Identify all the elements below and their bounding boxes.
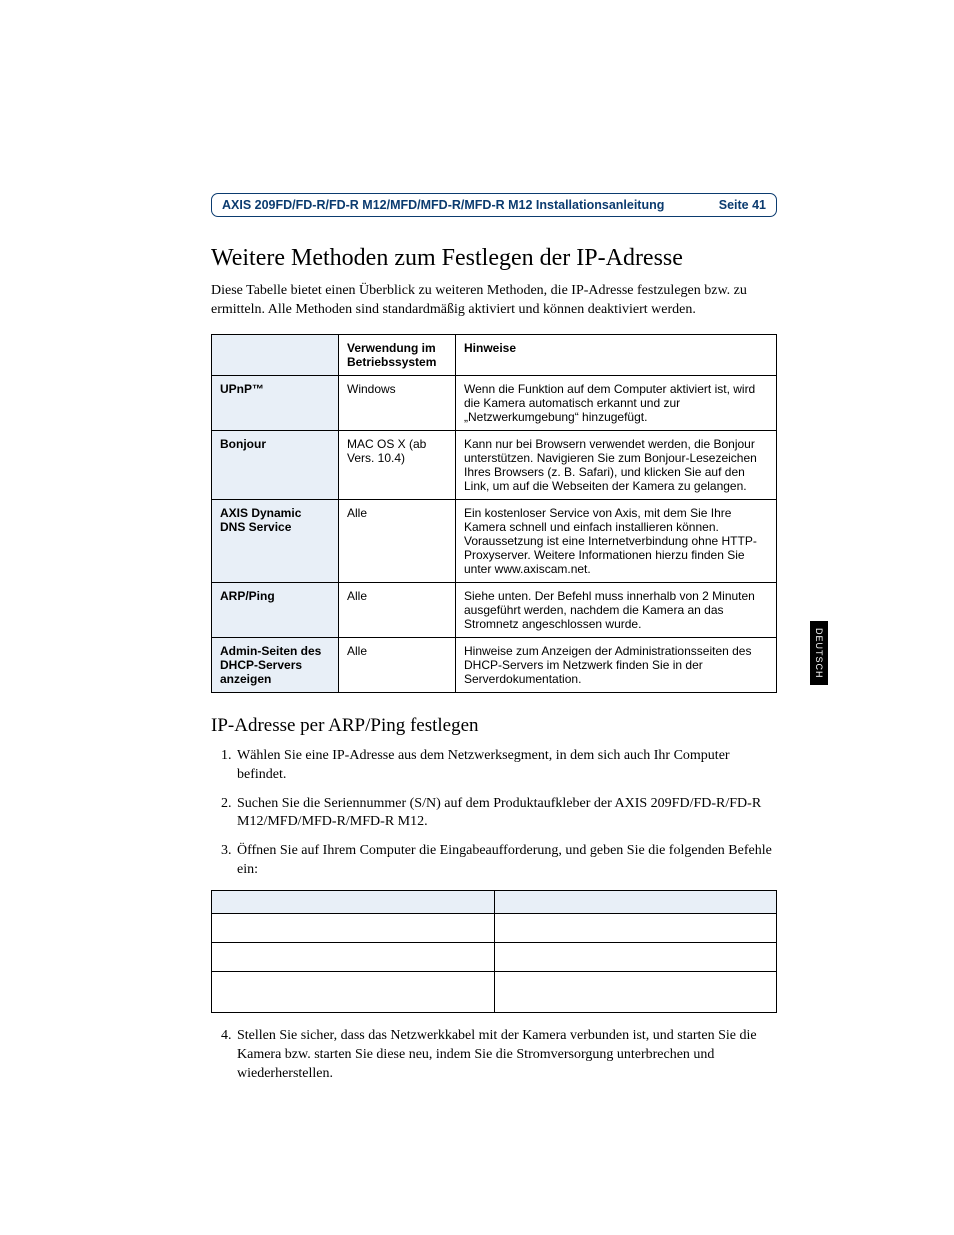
language-tab-label: DEUTSCH <box>814 628 824 679</box>
page-content: AXIS 209FD/FD-R/FD-R M12/MFD/MFD-R/MFD-R… <box>211 193 777 1094</box>
methods-table: Verwendung im Betriebssystem Hinweise UP… <box>211 334 777 693</box>
table-row: AXIS Dynamic DNS Service Alle Ein kosten… <box>212 499 777 582</box>
row-os: Windows <box>339 375 456 430</box>
table-row <box>212 972 777 1013</box>
page-header: AXIS 209FD/FD-R/FD-R M12/MFD/MFD-R/MFD-R… <box>211 193 777 217</box>
steps-list: Wählen Sie eine IP-Adresse aus dem Netzw… <box>211 747 777 880</box>
row-name: AXIS Dynamic DNS Service <box>212 499 339 582</box>
commands-table <box>211 890 777 1013</box>
intro-paragraph: Diese Tabelle bietet einen Überblick zu … <box>211 282 777 320</box>
list-item: Suchen Sie die Seriennummer (S/N) auf de… <box>235 795 777 833</box>
row-name: ARP/Ping <box>212 582 339 637</box>
row-name: Admin-Seiten des DHCP-Servers anzeigen <box>212 637 339 692</box>
row-os: Alle <box>339 637 456 692</box>
list-item: Stellen Sie sicher, dass das Netzwerkkab… <box>235 1027 777 1084</box>
language-tab: DEUTSCH <box>810 621 828 685</box>
row-notes: Kann nur bei Browsern verwendet werden, … <box>456 430 777 499</box>
section-heading: Weitere Methoden zum Festlegen der IP-Ad… <box>211 245 777 272</box>
table-row: Bonjour MAC OS X (ab Vers. 10.4) Kann nu… <box>212 430 777 499</box>
page-number: Seite 41 <box>719 198 766 212</box>
table-row: Admin-Seiten des DHCP-Servers anzeigen A… <box>212 637 777 692</box>
table-row <box>212 891 777 914</box>
list-item: Öffnen Sie auf Ihrem Computer die Eingab… <box>235 842 777 880</box>
row-notes: Ein kostenloser Service von Axis, mit de… <box>456 499 777 582</box>
row-notes: Hinweise zum Anzeigen der Administration… <box>456 637 777 692</box>
row-os: Alle <box>339 582 456 637</box>
table-row <box>212 914 777 943</box>
table-row <box>212 943 777 972</box>
table-row: UPnP™ Windows Wenn die Funktion auf dem … <box>212 375 777 430</box>
col-notes: Hinweise <box>456 334 777 375</box>
list-item: Wählen Sie eine IP-Adresse aus dem Netzw… <box>235 747 777 785</box>
row-name: Bonjour <box>212 430 339 499</box>
col-os: Verwendung im Betriebssystem <box>339 334 456 375</box>
row-os: Alle <box>339 499 456 582</box>
row-os: MAC OS X (ab Vers. 10.4) <box>339 430 456 499</box>
table-row: ARP/Ping Alle Siehe unten. Der Befehl mu… <box>212 582 777 637</box>
doc-title: AXIS 209FD/FD-R/FD-R M12/MFD/MFD-R/MFD-R… <box>222 198 664 212</box>
row-notes: Wenn die Funktion auf dem Computer aktiv… <box>456 375 777 430</box>
row-name: UPnP™ <box>212 375 339 430</box>
steps-list-cont: Stellen Sie sicher, dass das Netzwerkkab… <box>211 1027 777 1084</box>
subsection-heading: IP-Adresse per ARP/Ping festlegen <box>211 715 777 737</box>
col-blank <box>212 334 339 375</box>
row-notes: Siehe unten. Der Befehl muss innerhalb v… <box>456 582 777 637</box>
